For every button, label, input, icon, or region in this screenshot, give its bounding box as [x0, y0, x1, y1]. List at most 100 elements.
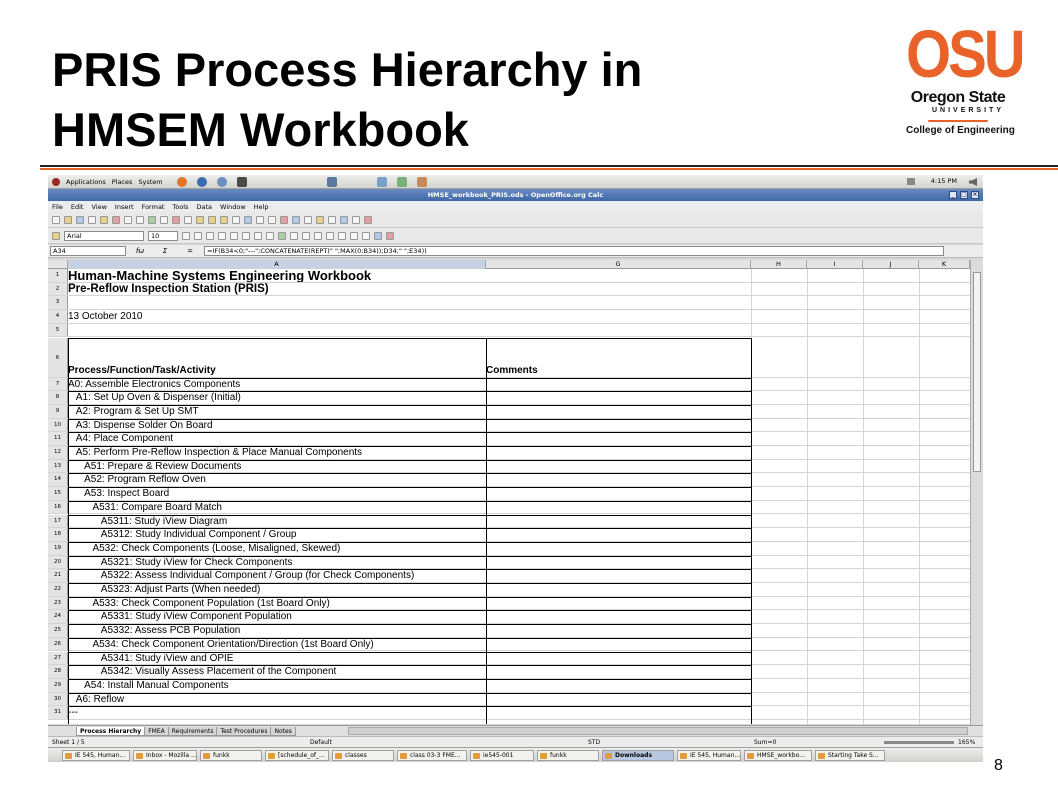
cell-a[interactable]: A5311: Study iView Diagram: [68, 515, 486, 528]
cell-a[interactable]: Human-Machine Systems Engineering Workbo…: [68, 269, 486, 282]
row-number[interactable]: 23: [48, 596, 68, 610]
open-folder-icon[interactable]: [64, 215, 72, 224]
thunderbird-launcher-icon[interactable]: [196, 176, 207, 187]
show-draw-functions-icon[interactable]: [292, 215, 300, 224]
zoom-slider[interactable]: [884, 741, 954, 744]
cut-icon[interactable]: [172, 215, 180, 224]
export-pdf-icon[interactable]: [112, 215, 120, 224]
borders-icon[interactable]: [362, 231, 370, 240]
menu-window[interactable]: Window: [220, 203, 246, 211]
vertical-scrollbar[interactable]: [970, 260, 983, 733]
cell-a[interactable]: A5321: Study iView for Check Components: [68, 556, 486, 569]
table-row[interactable]: 14 A52: Program Reflow Oven: [48, 473, 970, 488]
cell-a[interactable]: Pre-Reflow Inspection Station (PRIS): [68, 283, 486, 296]
menu-insert[interactable]: Insert: [115, 203, 134, 211]
keyboard-indicator-icon[interactable]: [907, 178, 915, 185]
cell-a[interactable]: [68, 296, 486, 309]
table-row[interactable]: 30 A6: Reflow: [48, 692, 970, 707]
cell-g[interactable]: [486, 391, 751, 404]
column-header-k[interactable]: K: [919, 260, 970, 269]
spellcheck-icon[interactable]: [148, 215, 156, 224]
cell-g[interactable]: [486, 693, 751, 706]
cell-a[interactable]: A6: Reflow: [68, 693, 486, 706]
menu-help[interactable]: Help: [254, 203, 269, 211]
row-number[interactable]: 29: [48, 678, 68, 692]
table-row[interactable]: 15 A53: Inspect Board: [48, 487, 970, 501]
add-decimal-icon[interactable]: [314, 231, 322, 240]
delete-decimal-icon[interactable]: [326, 231, 334, 240]
cell-g[interactable]: [486, 283, 751, 296]
table-row[interactable]: 28 A5342: Visually Assess Placement of t…: [48, 665, 970, 679]
cell-g[interactable]: Comments: [486, 338, 751, 377]
row-number[interactable]: 8: [48, 391, 68, 404]
taskbar-button[interactable]: ie545-001: [470, 749, 534, 761]
gnome-foot-icon[interactable]: [52, 177, 60, 186]
table-row[interactable]: 8 A1: Set Up Oven & Dispenser (Initial): [48, 391, 970, 405]
cell-g[interactable]: [486, 446, 751, 459]
autospell-icon[interactable]: [160, 215, 168, 224]
taskbar-button[interactable]: Downloads: [602, 749, 674, 761]
maximize-icon[interactable]: □: [960, 191, 968, 199]
menu-file[interactable]: File: [52, 203, 63, 211]
vertical-scroll-thumb[interactable]: [973, 272, 981, 472]
sheet-tab-fmea[interactable]: FMEA: [144, 726, 169, 736]
table-row[interactable]: 21 A5322: Assess Individual Component / …: [48, 569, 970, 583]
cell-g[interactable]: [486, 556, 751, 569]
table-row[interactable]: 12 A5: Perform Pre-Reflow Inspection & P…: [48, 446, 970, 460]
increase-indent-icon[interactable]: [350, 231, 358, 240]
cell-a[interactable]: A5322: Assess Individual Component / Gro…: [68, 569, 486, 582]
menu-format[interactable]: Format: [142, 203, 165, 211]
cell-a[interactable]: ---: [68, 706, 486, 719]
table-row[interactable]: 31 ---: [48, 706, 970, 720]
gallery-icon[interactable]: [328, 215, 336, 224]
paste-icon[interactable]: [196, 215, 204, 224]
cell-g[interactable]: [486, 296, 751, 309]
sum-icon[interactable]: Σ: [154, 247, 176, 255]
cell-a[interactable]: A5331: Study iView Component Population: [68, 610, 486, 623]
row-number[interactable]: 24: [48, 610, 68, 624]
table-row[interactable]: 3: [48, 296, 970, 311]
row-number[interactable]: 10: [48, 418, 68, 432]
volume-icon[interactable]: [969, 178, 977, 186]
column-header-h[interactable]: H: [751, 260, 807, 269]
formula-input[interactable]: =IF(B34<0;"---";CONCATENATE(REPT(" ";MAX…: [204, 246, 944, 256]
sheet-tab-process-hierarchy[interactable]: Process Hierarchy: [76, 726, 146, 736]
equals-icon[interactable]: =: [179, 247, 201, 255]
standard-format-icon[interactable]: [302, 231, 310, 240]
table-row[interactable]: 10 A3: Dispense Solder On Board: [48, 418, 970, 433]
cell-a[interactable]: A5342: Visually Assess Placement of the …: [68, 665, 486, 678]
panel-menu-system[interactable]: System: [138, 178, 162, 186]
taskbar-button[interactable]: IE 545, Human...: [677, 749, 741, 761]
document-launcher-icon[interactable]: [326, 176, 337, 187]
menu-view[interactable]: View: [91, 203, 106, 211]
row-number[interactable]: 12: [48, 446, 68, 459]
zoom-icon[interactable]: [352, 215, 360, 224]
panel-menu-applications[interactable]: Applications: [66, 178, 106, 186]
cell-g[interactable]: [486, 706, 751, 719]
data-sources-icon[interactable]: [340, 215, 348, 224]
cell-g[interactable]: [486, 583, 751, 596]
row-number[interactable]: 11: [48, 432, 68, 445]
table-row[interactable]: 18 A5312: Study Individual Component / G…: [48, 528, 970, 542]
panel-clock[interactable]: 4:15 PM: [931, 177, 957, 185]
cell-g[interactable]: [486, 610, 751, 623]
cell-a[interactable]: A5332: Assess PCB Population: [68, 624, 486, 637]
taskbar-button[interactable]: IE 545, Human...: [62, 749, 130, 761]
print-icon[interactable]: [124, 215, 132, 224]
cell-g[interactable]: [486, 378, 751, 391]
cell-g[interactable]: [486, 269, 751, 282]
taskbar-button[interactable]: [schedule_of_...: [265, 749, 329, 761]
table-row[interactable]: 16 A531: Compare Board Match: [48, 500, 970, 515]
cell-a[interactable]: [68, 324, 486, 337]
cell-a[interactable]: A1: Set Up Oven & Dispenser (Initial): [68, 391, 486, 404]
cell-g[interactable]: [486, 652, 751, 665]
taskbar-button[interactable]: HMSE_workbo...: [744, 749, 812, 761]
cell-a[interactable]: A5341: Study iView and OPIE: [68, 652, 486, 665]
cell-a[interactable]: A53: Inspect Board: [68, 487, 486, 500]
minimize-icon[interactable]: _: [949, 191, 957, 199]
cell-g[interactable]: [486, 528, 751, 541]
taskbar-button[interactable]: classes: [332, 749, 394, 761]
cell-a[interactable]: Process/Function/Task/Activity: [68, 338, 486, 377]
cell-a[interactable]: A52: Program Reflow Oven: [68, 473, 486, 486]
table-row[interactable]: 9 A2: Program & Set Up SMT: [48, 404, 970, 419]
